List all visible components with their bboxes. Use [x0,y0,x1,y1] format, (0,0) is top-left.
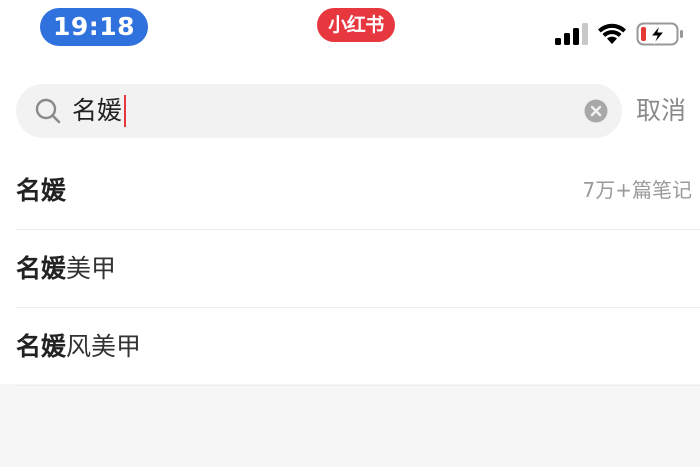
list-item[interactable]: 名媛美甲 [16,230,700,308]
header-area: 19:18 小红书 名媛 取消 [0,0,700,152]
suggestion-list: 名媛 7万+篇笔记 名媛美甲 名媛风美甲 [0,152,700,386]
text-caret [124,95,127,127]
suggestion-text: 名媛风美甲 [16,308,141,385]
suggestion-text: 名媛美甲 [16,230,116,307]
battery-charging-icon [636,22,683,46]
suggestion-highlight: 名媛 [16,332,67,361]
search-query: 名媛 [72,96,123,125]
suggestion-text: 名媛 [16,152,66,229]
search-icon [35,98,61,124]
list-item[interactable]: 名媛 7万+篇笔记 [16,152,700,230]
status-time: 19:18 [40,8,148,46]
search-screen: 19:18 小红书 名媛 取消 名媛 7万+篇笔记 名媛美甲 名媛风美甲 [0,0,700,467]
search-bar[interactable]: 名媛 [16,84,622,138]
app-badge: 小红书 [317,8,395,42]
suggestion-rest: 风美甲 [66,332,142,361]
signal-icon [555,23,588,45]
note-count: 7万+篇笔记 [582,178,692,202]
suggestion-highlight: 名媛 [16,254,67,283]
suggestion-rest: 美甲 [66,254,117,283]
cancel-button[interactable]: 取消 [636,84,686,138]
clear-icon[interactable] [584,99,608,123]
wifi-icon [598,23,626,44]
suggestion-highlight: 名媛 [16,176,67,205]
list-item[interactable]: 名媛风美甲 [16,308,700,386]
search-input[interactable]: 名媛 [72,84,127,138]
